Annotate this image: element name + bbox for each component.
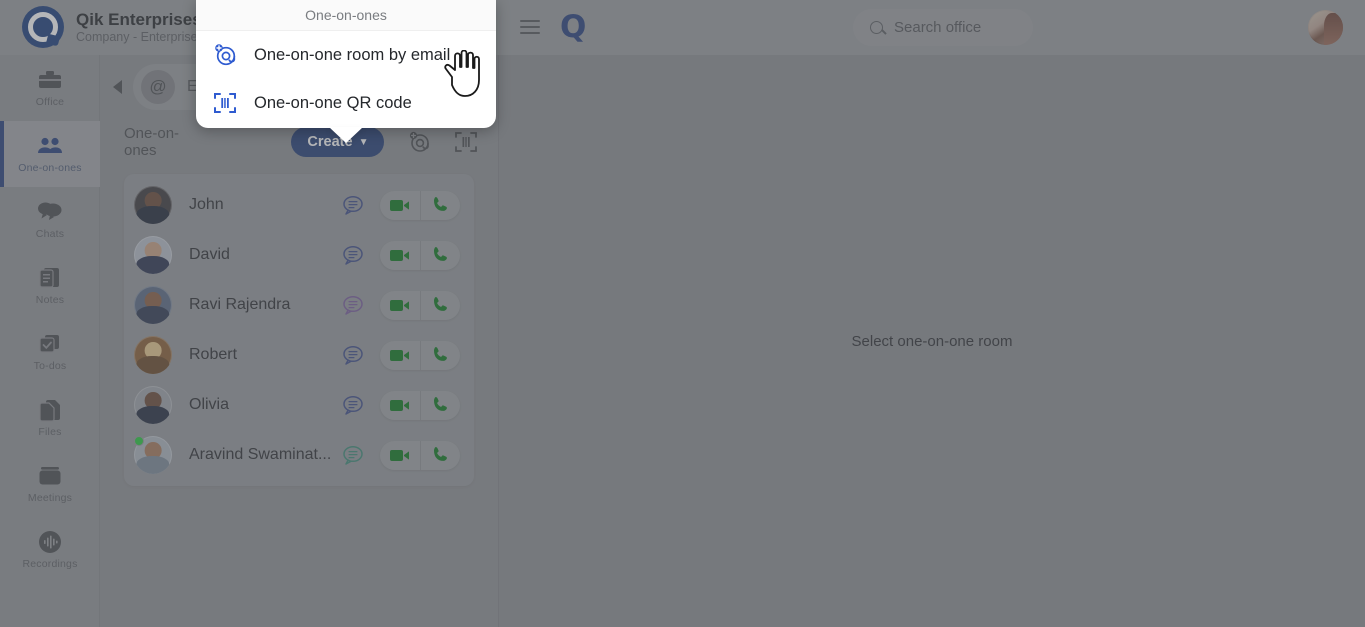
avatar [134,436,172,474]
call-actions-group [380,440,461,470]
chat-bubble-icon[interactable] [340,442,366,468]
checkbox-icon [37,332,63,356]
phone-icon[interactable] [419,240,461,270]
search-input[interactable]: Search office [853,8,1033,46]
contact-name: John [189,196,224,213]
sidebar-item-label: Notes [35,294,65,306]
call-actions-group [380,290,461,320]
at-plus-icon[interactable] [406,129,431,155]
contact-name: Ravi Rajendra [189,296,291,313]
phone-icon[interactable] [419,290,461,320]
section-title: One-on-ones [124,125,180,159]
table-row[interactable]: David [124,230,474,280]
sidebar-item-meetings[interactable]: Meetings [0,451,100,517]
search-placeholder: Search office [894,18,982,36]
avatar [134,236,172,274]
sidebar-item-label: Files [38,426,62,438]
avatar[interactable] [1308,9,1343,45]
call-actions-group [380,240,461,270]
video-camera-icon[interactable] [380,191,420,220]
popup-tail [329,127,363,143]
call-actions-group [380,190,461,220]
menu-item-label: One-on-one QR code [254,93,412,112]
popup-header: One-on-ones [196,0,496,31]
call-actions-group [380,340,461,370]
create-dropdown-menu: One-on-ones One-on-one room by email One… [196,0,496,143]
avatar [134,386,172,424]
sidebar-item-label: Chats [35,228,65,240]
app-root: Qik Enterprises Company - Enterprise Q S… [0,0,1365,627]
video-camera-icon[interactable] [380,441,420,470]
video-camera-icon[interactable] [380,391,420,420]
files-icon [37,398,63,422]
phone-icon[interactable] [419,440,461,470]
sidebar-item-label: Meetings [27,492,73,504]
hamburger-menu-icon[interactable] [520,20,540,34]
qr-code-icon [210,89,240,117]
table-row[interactable]: Olivia [124,380,474,430]
qr-code-icon[interactable] [453,129,478,155]
at-sign-icon: @ [141,70,175,104]
sidebar: Office One-on-ones Chats Notes To-dos Fi… [0,55,100,627]
avatar [134,286,172,324]
video-camera-icon[interactable] [380,291,420,320]
notes-icon [37,266,63,290]
q-logo-icon: Q [560,8,586,45]
table-row[interactable]: Aravind Swaminat... [124,430,474,480]
menu-item-room-by-email[interactable]: One-on-one room by email [196,31,496,79]
contact-name: David [189,246,230,263]
status-badge [134,436,144,446]
sidebar-item-recordings[interactable]: Recordings [0,517,100,583]
contact-name: Aravind Swaminat... [189,446,332,463]
recordings-icon [37,530,63,554]
sidebar-item-label: One-on-ones [18,162,82,174]
contact-name: Olivia [189,396,230,413]
contacts-card: John David Ravi Rajendra Robert Olivia A… [124,174,474,486]
main-content: Select one-on-one room [499,55,1365,627]
empty-state-text: Select one-on-one room [851,332,1013,350]
at-plus-icon [210,41,240,69]
people-icon [37,134,63,158]
search-icon [870,20,883,34]
sidebar-item-label: To-dos [33,360,67,372]
chat-bubble-icon[interactable] [340,192,366,218]
avatar [134,186,172,224]
sidebar-item-label: Office [35,96,65,108]
collapse-left-arrow-icon[interactable] [106,76,128,98]
avatar [134,336,172,374]
menu-item-qr-code[interactable]: One-on-one QR code [196,79,496,127]
chat-bubble-icon[interactable] [340,242,366,268]
chat-bubble-icon[interactable] [340,392,366,418]
phone-icon[interactable] [419,390,461,420]
sidebar-item-files[interactable]: Files [0,385,100,451]
video-camera-icon[interactable] [380,241,420,270]
chat-bubble-icon[interactable] [340,342,366,368]
sidebar-item-chats[interactable]: Chats [0,187,100,253]
sidebar-item-to-dos[interactable]: To-dos [0,319,100,385]
sidebar-item-notes[interactable]: Notes [0,253,100,319]
phone-icon[interactable] [419,190,461,220]
chat-bubbles-icon [37,200,63,224]
video-camera-icon[interactable] [380,341,420,370]
sidebar-item-office[interactable]: Office [0,55,100,121]
sidebar-item-one-on-ones[interactable]: One-on-ones [0,121,100,187]
sidebar-item-label: Recordings [22,558,78,570]
meetings-icon [37,464,63,488]
chat-bubble-icon[interactable] [340,292,366,318]
contact-name: Robert [189,346,238,363]
call-actions-group [380,390,461,420]
popup-title: One-on-ones [305,7,387,23]
table-row[interactable]: Ravi Rajendra [124,280,474,330]
table-row[interactable]: Robert [124,330,474,380]
qik-logo-icon [22,6,64,48]
one-on-ones-list-panel: @ Email One-on-ones Create ▼ [100,55,499,627]
table-row[interactable]: John [124,180,474,230]
menu-item-label: One-on-one room by email [254,45,451,64]
top-bar-right: Q Search office [500,0,1365,55]
brand-subtitle: Company - Enterprise [76,29,198,44]
phone-icon[interactable] [419,340,461,370]
briefcase-icon [37,68,63,92]
brand-title: Qik Enterprises [76,10,202,30]
